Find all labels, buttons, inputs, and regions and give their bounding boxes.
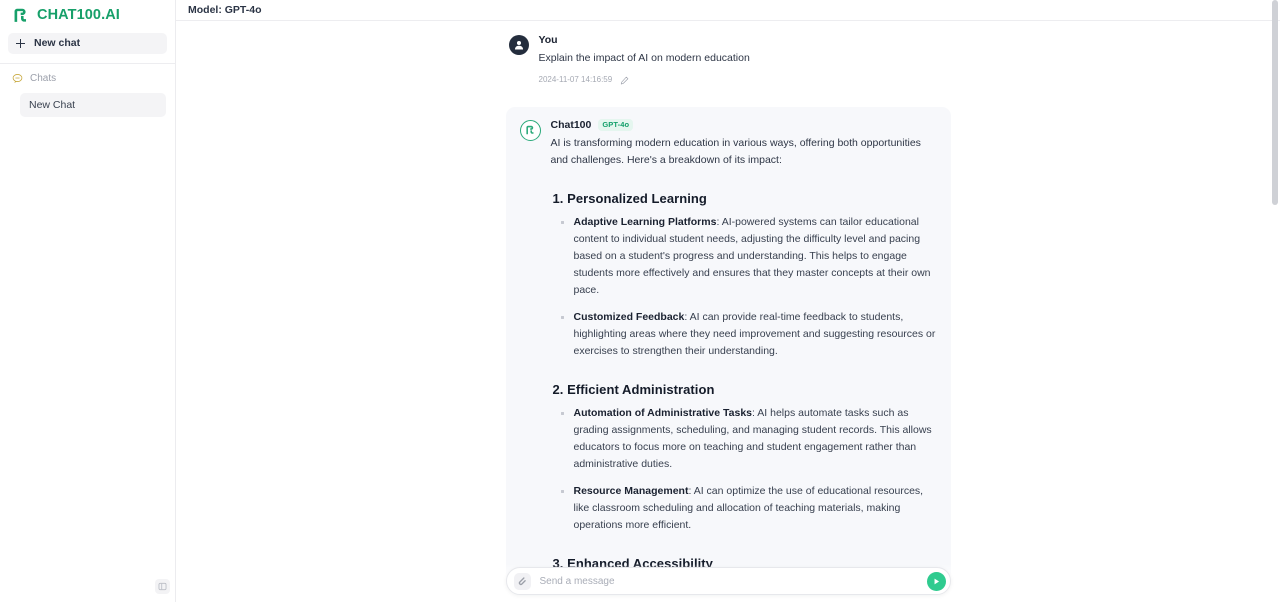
list-item: Automation of Administrative Tasks: AI h… (551, 405, 937, 473)
bullet-term: Automation of Administrative Tasks (573, 407, 753, 420)
assistant-message-body: Chat100 GPT-4o AI is transforming modern… (551, 119, 937, 602)
bullet-text: Resource Management: AI can optimize the… (574, 483, 937, 534)
user-message-text: Explain the impact of AI on modern educa… (538, 51, 750, 64)
attachment-icon[interactable] (513, 572, 531, 590)
message-timestamp: 2024-11-07 14:16:59 (538, 75, 613, 85)
bullet-marker-icon (560, 490, 564, 494)
sidebar-panel-toggle-icon[interactable] (155, 579, 170, 594)
assistant-header: Chat100 GPT-4o (551, 119, 937, 132)
app-root: CHAT100.AI New chat Chats New Chat Model… (0, 0, 1280, 602)
new-chat-label: New chat (34, 37, 81, 50)
status-badge: GPT-4o (598, 119, 634, 131)
person-glyph-icon (514, 40, 523, 50)
topbar: Model: GPT-4o (176, 0, 1280, 21)
plus-icon (16, 39, 25, 48)
bullet-body: : AI-powered systems can tailor educatio… (573, 216, 931, 297)
user-message-body: You Explain the impact of AI on modern e… (539, 34, 951, 85)
user-avatar-icon (508, 35, 529, 55)
assistant-message: Chat100 GPT-4o AI is transforming modern… (505, 106, 951, 602)
page-scrollbar-thumb[interactable] (1272, 0, 1278, 205)
bullet-text: Customized Feedback: AI can provide real… (574, 309, 937, 360)
chats-section-label: Chats (30, 72, 57, 84)
list-item: Resource Management: AI can optimize the… (551, 483, 937, 534)
assistant-intro-text: AI is transforming modern education in v… (550, 137, 921, 167)
bullet-term: Adaptive Learning Platforms (573, 216, 717, 229)
list-item: Adaptive Learning Platforms: AI-powered … (551, 214, 937, 299)
sidebar: CHAT100.AI New chat Chats New Chat (0, 0, 176, 602)
chat100-r-glyph-icon (526, 126, 534, 135)
brand[interactable]: CHAT100.AI (0, 0, 175, 30)
section-bullets: Adaptive Learning Platforms: AI-powered … (551, 214, 937, 360)
list-item: Customized Feedback: AI can provide real… (551, 309, 937, 360)
user-message: You Explain the impact of AI on modern e… (506, 34, 951, 85)
assistant-message-author: Chat100 (550, 118, 592, 131)
chats-section-header: Chats (0, 64, 175, 84)
send-arrow-icon (934, 578, 939, 584)
chat100-bot-avatar-icon (519, 119, 541, 141)
user-message-meta: 2024-11-07 14:16:59 (539, 76, 951, 85)
bullet-marker-icon (560, 221, 564, 225)
section-title: 2. Efficient Administration (552, 382, 715, 398)
sidebar-footer (155, 579, 170, 594)
bullet-marker-icon (560, 316, 564, 320)
bullet-text: Adaptive Learning Platforms: AI-powered … (574, 214, 937, 299)
section-title: 1. Personalized Learning (552, 191, 707, 207)
bullet-text: Automation of Administrative Tasks: AI h… (574, 405, 937, 473)
bullet-marker-icon (560, 412, 564, 416)
pencil-glyph-icon (621, 76, 629, 85)
brand-name: CHAT100.AI (37, 7, 120, 24)
message-thread: You Explain the impact of AI on modern e… (505, 21, 951, 602)
page-scrollbar[interactable] (1272, 0, 1278, 602)
chat-list: New Chat (0, 84, 175, 117)
chat-item-label: New Chat (29, 98, 76, 111)
user-message-author: You (538, 34, 558, 46)
paperclip-glyph-icon (518, 577, 526, 586)
conversation-scroll-area[interactable]: You Explain the impact of AI on modern e… (176, 21, 1280, 602)
bullet-term: Resource Management (573, 485, 689, 498)
model-label: Model: GPT-4o (188, 3, 262, 16)
chat-bubble-icon (12, 74, 23, 84)
pencil-edit-icon[interactable] (620, 76, 629, 85)
panel-glyph-icon (158, 582, 167, 591)
main-panel: Model: GPT-4o You Explain the impact of … (176, 0, 1280, 602)
section-bullets: Automation of Administrative Tasks: AI h… (551, 405, 937, 534)
chat100-r-logo-icon (14, 8, 27, 22)
new-chat-button[interactable]: New chat (8, 33, 167, 54)
list-item[interactable]: New Chat (20, 93, 166, 117)
message-composer[interactable] (505, 567, 951, 595)
send-button[interactable] (926, 571, 946, 591)
search-input[interactable] (530, 575, 927, 587)
bullet-term: Customized Feedback (573, 311, 685, 324)
